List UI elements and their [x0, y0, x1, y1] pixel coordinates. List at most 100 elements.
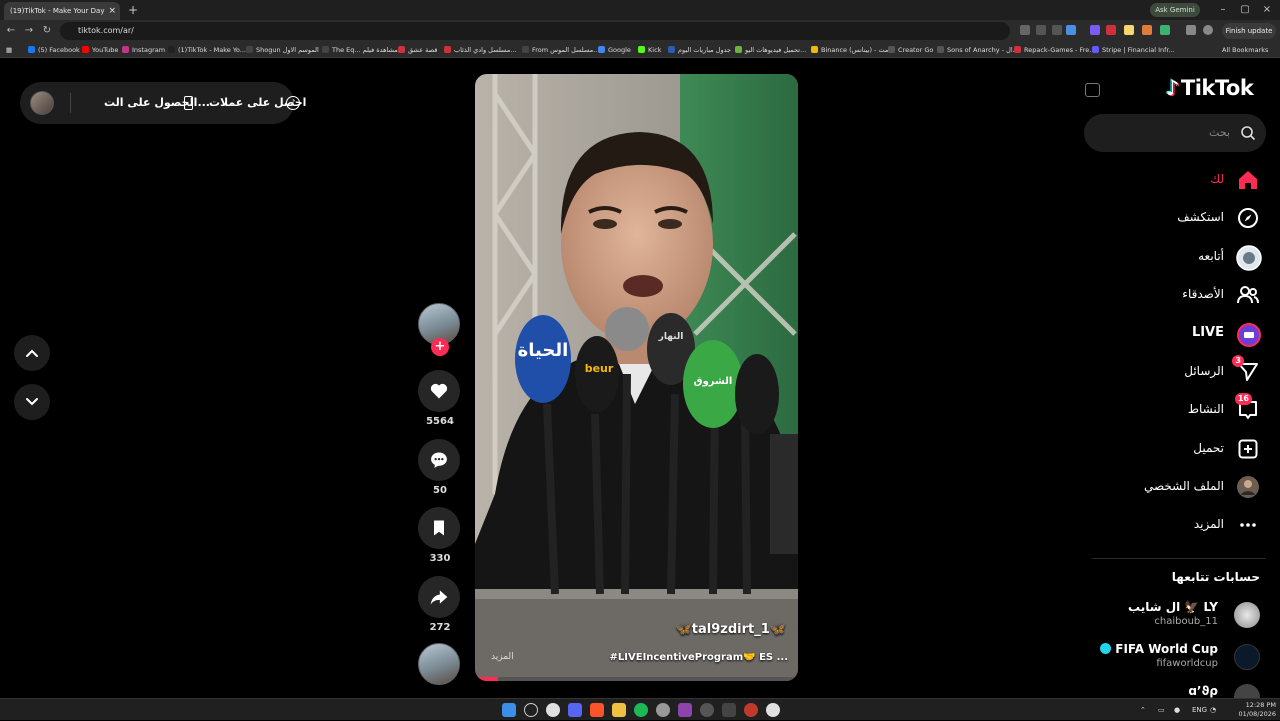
extension-icon[interactable]	[1142, 25, 1152, 35]
previous-video-button[interactable]	[14, 335, 50, 371]
file-explorer-icon[interactable]	[612, 703, 626, 717]
bookmark-item[interactable]: (5) Facebook	[28, 42, 80, 58]
like-circle[interactable]	[418, 370, 460, 412]
url-input[interactable]: tiktok.com/ar/	[60, 22, 1010, 40]
sidebar-nav-item[interactable]: النشاط 16	[1090, 392, 1266, 426]
bookmark-label: Binance (بينانس) - مت...	[821, 46, 895, 54]
bookmark-item[interactable]: جدول مباريات اليوم	[668, 42, 731, 58]
follow-plus-icon[interactable]: +	[431, 338, 449, 356]
sidebar-nav-item[interactable]: لك	[1090, 162, 1266, 196]
tiktok-logo[interactable]: ♪TikTok	[1166, 76, 1254, 106]
language-indicator[interactable]: ENG	[1192, 699, 1207, 721]
comment-circle[interactable]	[418, 439, 460, 481]
cast-icon[interactable]	[1036, 25, 1046, 35]
app-icon[interactable]	[700, 703, 714, 717]
account-avatar[interactable]	[1234, 644, 1260, 670]
share-circle[interactable]	[418, 576, 460, 618]
sidebar-nav-item[interactable]: LIVE	[1090, 316, 1266, 350]
get-app-button[interactable]: الحصول على الت...	[104, 82, 210, 124]
profile-icon[interactable]	[1203, 25, 1213, 35]
user-avatar[interactable]	[30, 91, 54, 115]
reload-icon[interactable]: ↻	[40, 23, 54, 39]
bookmark-item[interactable]: Stripe | Financial Infr...	[1092, 42, 1175, 58]
bookmark-item[interactable]: Binance (بينانس) - مت...	[811, 42, 895, 58]
extension-icon[interactable]	[1106, 25, 1116, 35]
maximize-icon[interactable]: ▢	[1236, 2, 1254, 18]
extension-icon[interactable]	[1090, 25, 1100, 35]
search-icon[interactable]	[1240, 125, 1256, 141]
video-progress-bar[interactable]	[475, 677, 798, 681]
bookmark-item[interactable]: Shogun الموسم الاول	[246, 42, 319, 58]
bookmark-item[interactable]: Sons of Anarchy - ال...	[937, 42, 1019, 58]
extension-icon[interactable]	[1160, 25, 1170, 35]
bookmark-item[interactable]: Google	[598, 42, 631, 58]
minimize-icon[interactable]: –	[1214, 2, 1232, 18]
chrome-icon[interactable]	[546, 703, 560, 717]
zoom-icon[interactable]	[1052, 25, 1062, 35]
app-icon[interactable]	[678, 703, 692, 717]
sidebar-nav-item[interactable]: المزيد	[1090, 507, 1266, 541]
back-icon[interactable]: ←	[4, 23, 18, 39]
save-circle[interactable]	[418, 507, 460, 549]
close-window-icon[interactable]: ×	[1258, 2, 1276, 18]
tray-icon[interactable]: ▭	[1158, 699, 1165, 721]
discord-icon[interactable]	[568, 703, 582, 717]
account-avatar[interactable]	[1234, 684, 1260, 698]
collapse-sidebar-icon[interactable]	[1085, 83, 1100, 97]
browser-tab-tiktok[interactable]: (19)TikTok - Make Your Day ×	[4, 2, 120, 20]
system-clock[interactable]: 12:28 PM 01/08/2026	[1230, 701, 1276, 719]
next-video-button[interactable]	[14, 384, 50, 420]
following-account[interactable]: ɑ’ϑρ	[1092, 680, 1260, 698]
search-box[interactable]: بحث	[1084, 114, 1266, 152]
bookmark-item[interactable]: Kick	[638, 42, 661, 58]
video-username[interactable]: 🦋tal9zdirt_1🦋	[676, 622, 786, 637]
bookmark-item[interactable]: Instagram	[122, 42, 165, 58]
finish-update-button[interactable]: Finish update	[1222, 23, 1276, 39]
all-bookmarks-button[interactable]: All Bookmarks	[1222, 42, 1268, 58]
bookmark-star-icon[interactable]	[1066, 25, 1076, 35]
app-icon[interactable]	[722, 703, 736, 717]
bookmark-label: جدول مباريات اليوم	[678, 46, 732, 54]
bookmark-item[interactable]: تحميل فيديوهات اليو...	[735, 42, 806, 58]
microphone-icon[interactable]: ●	[1174, 699, 1180, 721]
bookmark-item[interactable]: The Eq... مشاهدة فيلم	[322, 42, 398, 58]
sidebar-nav-item[interactable]: الرسائل 3	[1090, 354, 1266, 388]
bookmark-item[interactable]: Repack-Games - Fre...	[1014, 42, 1095, 58]
account-avatar[interactable]	[1234, 602, 1260, 628]
chrome-icon[interactable]	[766, 703, 780, 717]
sidebar-nav-item[interactable]: تحميل	[1090, 431, 1266, 465]
sidebar-nav-item[interactable]: الأصدقاء	[1090, 277, 1266, 311]
search-icon[interactable]	[524, 703, 538, 717]
video-player[interactable]: الحياة beur الشروق النهار 🦋tal9zdirt_1🦋 …	[475, 74, 798, 681]
reading-list-icon[interactable]	[1186, 25, 1196, 35]
translate-icon[interactable]	[1020, 25, 1030, 35]
following-account[interactable]: FIFA World Cup fifaworldcup	[1092, 640, 1260, 676]
wifi-icon[interactable]: ◔	[1210, 699, 1216, 721]
bookmark-favicon-icon	[322, 46, 329, 53]
following-accounts-title: حسابات تتابعها	[1171, 570, 1260, 584]
extension-icon[interactable]	[1124, 25, 1134, 35]
app-icon[interactable]	[656, 703, 670, 717]
bookmark-item[interactable]: From مسلسل الموس...	[522, 42, 599, 58]
start-menu-icon[interactable]	[502, 703, 516, 717]
caption-more-link[interactable]: المزيد	[491, 652, 514, 662]
bookmark-item[interactable]: (1)TikTok - Make Yo...	[168, 42, 246, 58]
bookmark-item[interactable]: YouTube	[82, 42, 118, 58]
sidebar-nav-item[interactable]: استكشف	[1090, 200, 1266, 234]
new-tab-button[interactable]: +	[126, 2, 140, 18]
app-icon[interactable]	[744, 703, 758, 717]
bookmark-item[interactable]: Creator Go	[888, 42, 933, 58]
bookmark-item[interactable]: قصة عشق	[398, 42, 437, 58]
spotify-icon[interactable]	[634, 703, 648, 717]
tab-close-icon[interactable]: ×	[108, 2, 116, 20]
bookmark-item[interactable]: مسلسل وادي الذئاب...	[444, 42, 517, 58]
brave-icon[interactable]	[590, 703, 604, 717]
forward-icon[interactable]: →	[22, 23, 36, 39]
following-account[interactable]: ال شايب 🦅 LY chaiboub_11	[1092, 598, 1260, 634]
tray-chevron-icon[interactable]: ⌃	[1140, 699, 1146, 721]
sidebar-nav-item[interactable]: الملف الشخصي	[1090, 469, 1266, 503]
ask-gemini-button[interactable]: Ask Gemini	[1150, 3, 1200, 17]
sidebar-nav-item[interactable]: أتابعه	[1090, 239, 1266, 273]
apps-grid-icon[interactable]: ▦	[6, 42, 12, 58]
next-creator-avatar[interactable]	[418, 643, 460, 685]
